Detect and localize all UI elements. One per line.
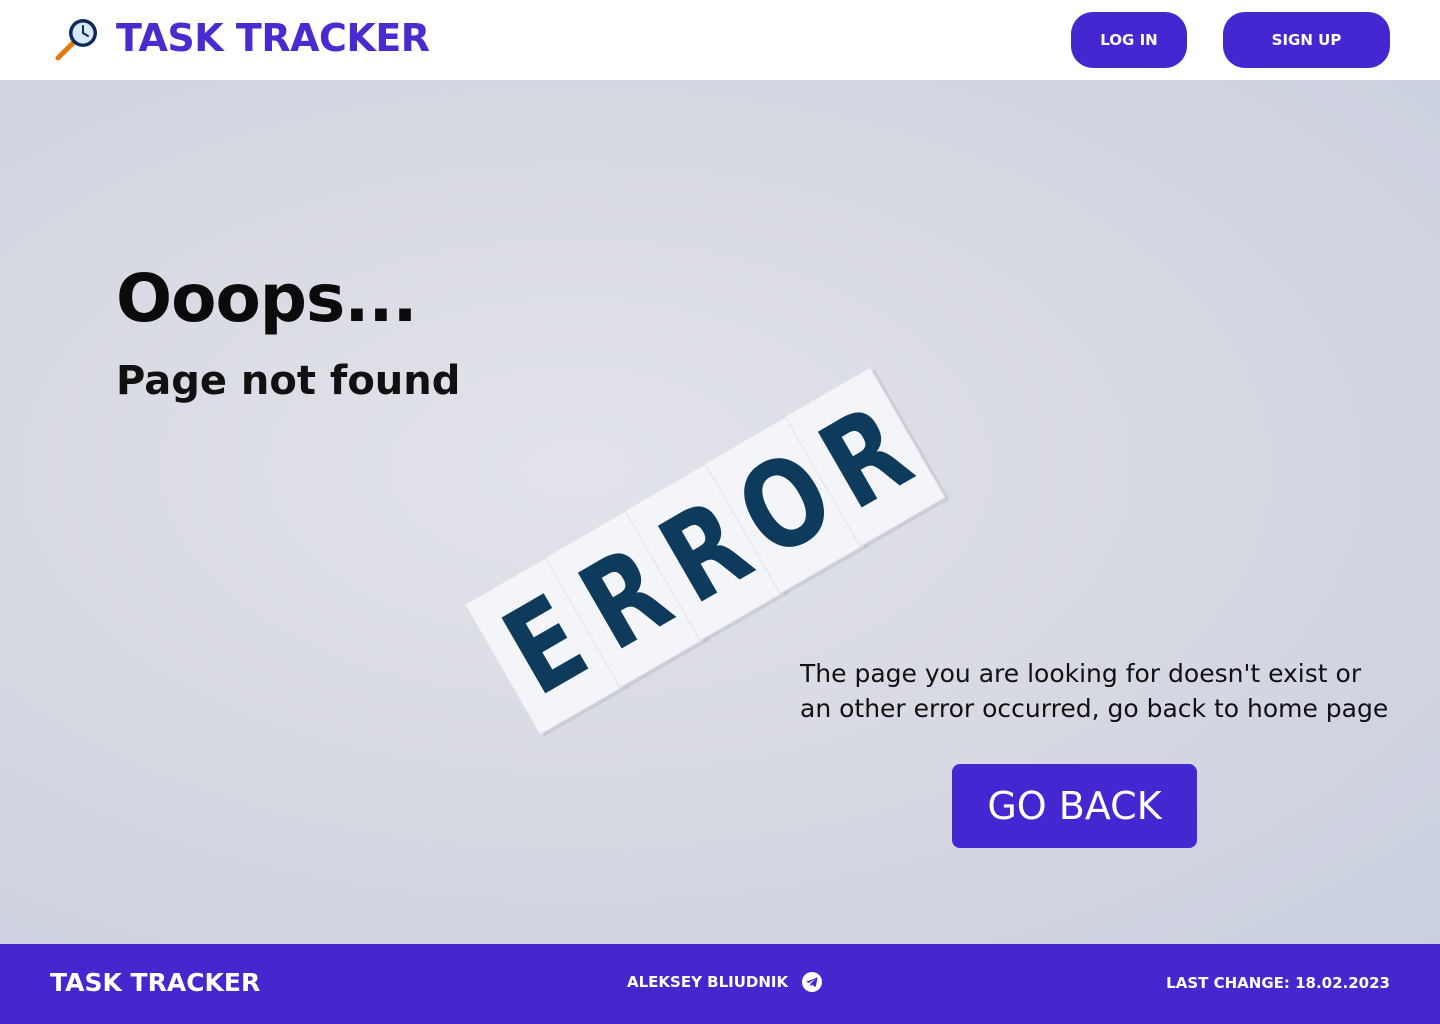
footer-title: TASK TRACKER bbox=[50, 968, 261, 997]
top-navbar: TASK TRACKER LOG IN SIGN UP bbox=[0, 0, 1440, 80]
error-content: ERROR Ooops... Page not found The page y… bbox=[0, 80, 1440, 944]
footer: TASK TRACKER ALEKSEY BLIUDNIK LAST CHANG… bbox=[0, 944, 1440, 1024]
page-subtitle: Page not found bbox=[116, 358, 461, 404]
error-letter-tiles-image: ERROR bbox=[464, 366, 950, 737]
go-back-button[interactable]: GO BACK bbox=[952, 764, 1197, 848]
error-message: The page you are looking for doesn't exi… bbox=[800, 659, 1389, 723]
app-title: TASK TRACKER bbox=[116, 16, 430, 60]
login-button[interactable]: LOG IN bbox=[1071, 12, 1187, 68]
last-change: LAST CHANGE: 18.02.2023 bbox=[1166, 974, 1390, 992]
author-name: ALEKSEY BLIUDNIK bbox=[627, 973, 789, 991]
page: TASK TRACKER LOG IN SIGN UP ERROR Ooops.… bbox=[0, 0, 1440, 1024]
logo[interactable]: TASK TRACKER bbox=[54, 14, 430, 62]
author-link[interactable]: ALEKSEY BLIUDNIK bbox=[627, 972, 823, 992]
telegram-icon[interactable] bbox=[802, 972, 823, 992]
magnifier-clock-icon bbox=[55, 19, 97, 61]
page-title: Ooops... bbox=[116, 260, 418, 337]
signup-button[interactable]: SIGN UP bbox=[1223, 12, 1390, 68]
